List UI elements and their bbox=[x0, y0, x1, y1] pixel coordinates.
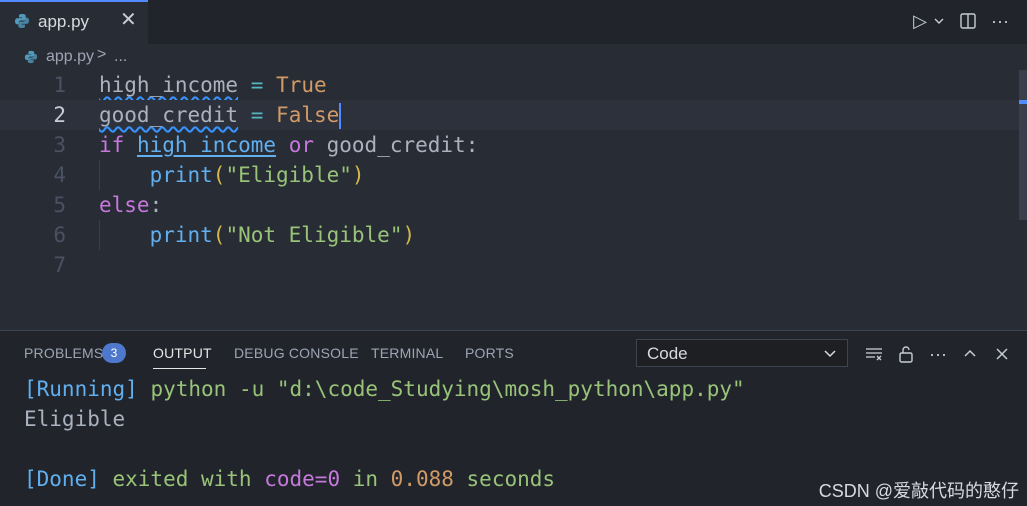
code-line[interactable]: 4 print("Eligible") bbox=[0, 160, 1020, 190]
code-token: good_credit: bbox=[313, 133, 479, 157]
code-text: else: bbox=[99, 190, 162, 220]
line-number: 7 bbox=[53, 253, 66, 277]
code-line[interactable]: 5 else: bbox=[0, 190, 1020, 220]
code-token: good_credit bbox=[99, 103, 239, 127]
code-token: True bbox=[276, 73, 327, 97]
maximize-panel-icon[interactable] bbox=[954, 347, 986, 361]
close-icon[interactable] bbox=[986, 347, 1018, 361]
code-text: if high_income or good_credit: bbox=[99, 130, 478, 160]
breadcrumb: app.py > ... bbox=[0, 44, 1027, 70]
output-token: [Done] bbox=[24, 467, 100, 491]
lock-scroll-icon[interactable] bbox=[890, 345, 922, 363]
code-token: = bbox=[250, 103, 264, 127]
output-token: python -u "d:\code_Studying\mosh_python\… bbox=[137, 377, 745, 401]
code-text: high_income = True bbox=[99, 70, 327, 100]
code-editor[interactable]: 1 high_income = True 2 good_credit = False 3… bbox=[0, 70, 1027, 330]
output-line: Eligible bbox=[24, 404, 125, 434]
code-text: print("Not Eligible") bbox=[99, 220, 416, 250]
tab-ports[interactable]: PORTS bbox=[465, 345, 514, 361]
output-channel-select[interactable]: Code bbox=[636, 339, 848, 367]
breadcrumb-file[interactable]: app.py bbox=[46, 48, 94, 66]
code-line[interactable]: 6 print("Not Eligible") bbox=[0, 220, 1020, 250]
code-token: print bbox=[149, 163, 213, 187]
panel-actions: ··· bbox=[858, 341, 1018, 367]
line-number: 6 bbox=[53, 223, 66, 247]
bottom-panel: PROBLEMS 3 OUTPUT DEBUG CONSOLE TERMINAL… bbox=[0, 330, 1027, 506]
code-token: "Eligible" bbox=[225, 163, 352, 187]
clear-output-icon[interactable] bbox=[858, 346, 890, 362]
chevron-right-icon: > bbox=[97, 46, 107, 63]
output-token: code=0 bbox=[264, 467, 341, 491]
active-tab-indicator bbox=[153, 368, 206, 369]
code-token: ) bbox=[351, 163, 365, 187]
chevron-down-icon[interactable] bbox=[933, 15, 945, 27]
cursor-position-marker bbox=[1019, 100, 1027, 104]
tab-label: app.py bbox=[38, 12, 90, 31]
breadcrumb-symbols[interactable]: ... bbox=[114, 48, 127, 66]
problems-count-badge: 3 bbox=[102, 343, 126, 363]
editor-scrollbar[interactable] bbox=[1019, 70, 1027, 220]
code-token: "Not Eligible" bbox=[225, 223, 403, 247]
code-token: ) bbox=[402, 223, 416, 247]
output-channel-value: Code bbox=[647, 344, 688, 363]
output-token: exited with bbox=[99, 467, 265, 491]
code-line[interactable]: 2 good_credit = False bbox=[0, 100, 1020, 130]
tab-debug-console[interactable]: DEBUG CONSOLE bbox=[234, 345, 359, 361]
code-token: or bbox=[288, 133, 314, 157]
code-line[interactable]: 3 if high_income or good_credit: bbox=[0, 130, 1020, 160]
editor-tab-bar: app.py ✕ ▷ ··· bbox=[0, 0, 1027, 44]
run-icon[interactable]: ▷ bbox=[913, 11, 927, 32]
code-text: good_credit = False bbox=[99, 100, 342, 130]
code-token: print bbox=[149, 223, 213, 247]
code-token: high_income bbox=[99, 73, 239, 97]
code-token: = bbox=[250, 73, 264, 97]
line-number: 4 bbox=[53, 163, 66, 187]
watermark: CSDN @爱敲代码的憨仔 bbox=[818, 481, 1019, 501]
text-cursor bbox=[339, 103, 342, 129]
output-token: in bbox=[340, 467, 391, 491]
tab-app-py[interactable]: app.py ✕ bbox=[0, 0, 148, 44]
close-icon[interactable]: ✕ bbox=[120, 10, 137, 30]
more-actions-icon[interactable]: ··· bbox=[991, 11, 1009, 32]
chevron-down-icon bbox=[824, 350, 836, 358]
line-number: 5 bbox=[53, 193, 66, 217]
tab-output[interactable]: OUTPUT bbox=[153, 345, 212, 361]
line-number: 3 bbox=[53, 133, 66, 157]
python-icon bbox=[24, 50, 38, 64]
code-text: print("Eligible") bbox=[99, 160, 365, 190]
tab-terminal[interactable]: TERMINAL bbox=[371, 345, 443, 361]
tab-problems[interactable]: PROBLEMS bbox=[24, 345, 103, 361]
code-token: high_income bbox=[136, 133, 277, 157]
editor-actions: ▷ ··· bbox=[899, 10, 1009, 32]
output-token: [Running] bbox=[24, 377, 138, 401]
output-token: seconds bbox=[453, 467, 556, 491]
code-token: else bbox=[99, 193, 150, 217]
code-token: if bbox=[99, 133, 125, 157]
code-token: : bbox=[149, 193, 163, 217]
output-token: Eligible bbox=[24, 407, 126, 431]
split-editor-icon[interactable] bbox=[959, 12, 977, 30]
code-token: ( bbox=[212, 223, 226, 247]
line-number: 2 bbox=[53, 103, 66, 127]
output-line: [Running] python -u "d:\code_Studying\mo… bbox=[24, 374, 745, 404]
python-icon bbox=[15, 14, 29, 28]
code-token: ( bbox=[212, 163, 226, 187]
code-token: False bbox=[276, 103, 340, 127]
more-actions-icon[interactable]: ··· bbox=[922, 344, 954, 365]
output-token: 0.088 bbox=[390, 467, 454, 491]
output-line: [Done] exited with code=0 in 0.088 secon… bbox=[24, 464, 555, 494]
code-line[interactable]: 7 bbox=[0, 250, 1020, 280]
code-line[interactable]: 1 high_income = True bbox=[0, 70, 1020, 100]
line-number: 1 bbox=[53, 73, 66, 97]
